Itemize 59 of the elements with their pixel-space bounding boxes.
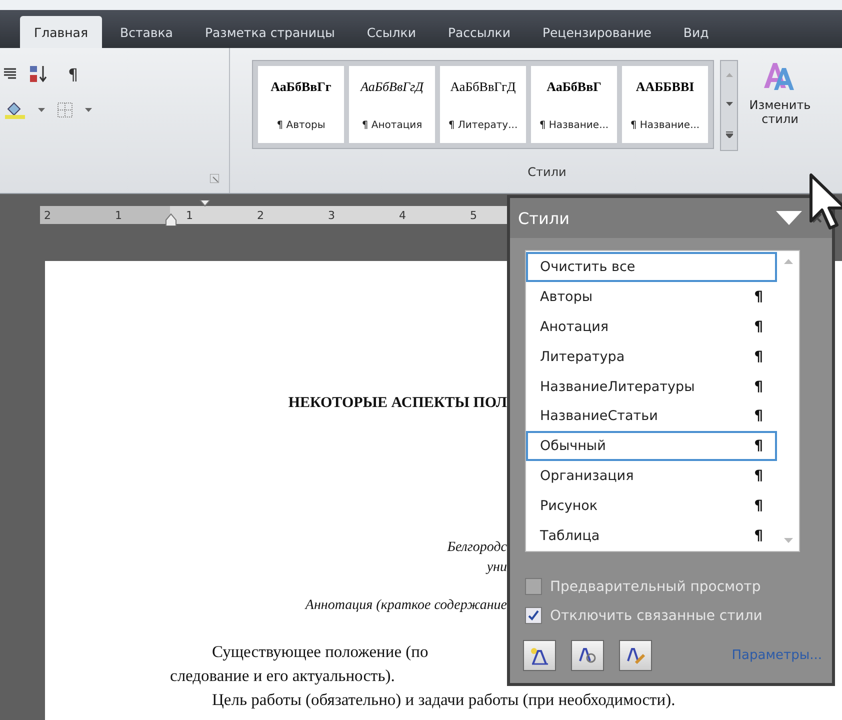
ruler-number: 2 [44, 208, 51, 222]
document-text: НЕКОТОРЫЕ АСПЕКТЫ ПОЛ [287, 394, 507, 413]
checkbox[interactable] [525, 607, 542, 624]
new-style-button[interactable] [523, 640, 556, 671]
group-label: Стили [528, 165, 566, 179]
sort-icon[interactable] [28, 64, 48, 84]
align-icon[interactable] [4, 68, 16, 80]
style-tile[interactable]: АаБбВвГ ¶ Название... [531, 66, 617, 143]
ribbon-tab[interactable]: Главная [20, 16, 102, 48]
indent-marker-icon[interactable] [164, 200, 210, 226]
style-inspector-button[interactable] [571, 640, 604, 671]
pilcrow-button[interactable]: ¶ [68, 64, 78, 84]
style-tile[interactable]: АаБбВвГг ¶ Авторы [258, 66, 344, 143]
style-item[interactable]: Организация ¶ [526, 461, 777, 492]
pane-menu-icon[interactable] [776, 211, 802, 225]
new-style-icon [530, 646, 550, 664]
change-styles-button[interactable]: Изменить стили [744, 98, 816, 126]
pane-title: Стили [518, 208, 571, 228]
borders-icon[interactable] [57, 102, 73, 118]
document-text: следование и его актуальность). [169, 666, 395, 686]
document-text: Цель работы (обязательно) и задачи работы (при необходимости). [211, 690, 676, 710]
ruler-number: 3 [328, 208, 335, 222]
ruler-number: 4 [399, 208, 406, 222]
ribbon-tab[interactable]: Разметка страницы [190, 16, 349, 48]
style-tile[interactable]: АаБбВвГгД ¶ Анотация [349, 66, 435, 143]
style-inspector-icon [578, 646, 598, 664]
more-icon[interactable] [726, 130, 732, 138]
ruler-number: 2 [257, 208, 264, 222]
style-item[interactable]: Литература ¶ [526, 342, 777, 372]
document-text: Аннотация (краткое содержание [304, 597, 507, 615]
document-text: Белгородс [446, 539, 507, 557]
manage-styles-button[interactable] [619, 640, 652, 671]
style-item[interactable]: Очистить все [526, 252, 777, 282]
scroll-down-icon[interactable] [726, 102, 732, 106]
dialog-launcher-icon[interactable] [210, 174, 219, 183]
document-text: уни [484, 559, 507, 577]
ruler-number: 5 [470, 208, 477, 222]
style-item[interactable]: Рисунок ¶ [526, 491, 777, 522]
checkbox[interactable] [525, 578, 542, 595]
ribbon-tab[interactable]: Рассылки [434, 16, 524, 48]
ribbon-tab[interactable]: Рецензирование [528, 16, 666, 48]
ruler-number: 1 [115, 208, 122, 222]
paint-bucket-icon[interactable] [4, 101, 26, 119]
style-item[interactable]: Обычный ¶ [526, 431, 777, 462]
dropdown-arrow-icon[interactable] [38, 108, 45, 112]
style-tile[interactable]: ААББВВI ¶ Название... [622, 66, 708, 143]
ruler-number: 1 [186, 208, 193, 222]
ribbon-tab[interactable]: Вид [669, 16, 723, 48]
document-text: Существующее положение (по [211, 642, 428, 662]
style-item[interactable]: Анотация ¶ [526, 312, 777, 342]
ribbon-tab[interactable]: Вставка [106, 16, 187, 48]
style-tile[interactable]: АаБбВвГгД ¶ Литерату... [440, 66, 526, 143]
ribbon-tab[interactable]: Ссылки [352, 16, 430, 48]
style-item[interactable]: Авторы ¶ [526, 282, 777, 312]
manage-styles-icon [626, 646, 646, 664]
style-item[interactable]: Таблица ¶ [526, 521, 777, 552]
style-item[interactable]: НазваниеЛитературы ¶ [526, 372, 777, 402]
dropdown-arrow-icon[interactable] [85, 108, 92, 112]
style-item[interactable]: НазваниеСтатьи ¶ [526, 402, 777, 432]
